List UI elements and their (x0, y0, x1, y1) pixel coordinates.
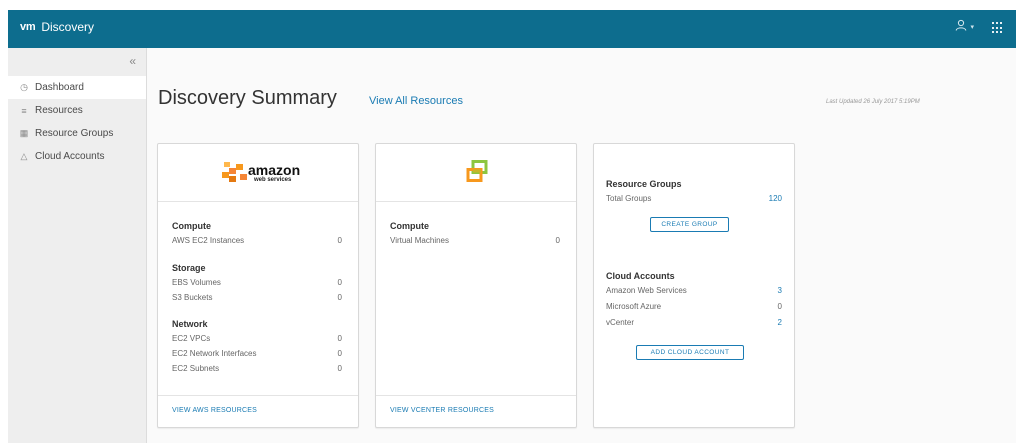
list-item: Total Groups 120 (606, 194, 782, 207)
aws-card-footer: VIEW AWS RESOURCES (158, 395, 358, 427)
row-label: Amazon Web Services (606, 286, 687, 295)
vcenter-card: Compute Virtual Machines 0 VIEW VCENTER … (375, 143, 577, 428)
collapse-sidebar-icon[interactable]: « (129, 54, 136, 68)
section-title: Resource Groups (606, 179, 682, 189)
list-item: Microsoft Azure 0 (606, 302, 782, 315)
row-label: AWS EC2 Instances (172, 236, 245, 245)
section-title: Network (172, 319, 208, 329)
sidebar-item-label: Dashboard (35, 82, 84, 93)
vcenter-logo-icon (466, 160, 488, 182)
main-content: Discovery Summary View All Resources Las… (147, 48, 1016, 443)
grid-icon: ▦ (19, 128, 29, 138)
row-label: Virtual Machines (390, 236, 449, 245)
list-icon: ≡ (21, 105, 27, 116)
row-value: 0 (777, 302, 782, 311)
app-title: Discovery (41, 20, 94, 34)
list-item: S3 Buckets 0 (172, 293, 342, 306)
row-value: 0 (337, 334, 342, 343)
row-label: vCenter (606, 318, 635, 327)
sidebar: « ◷ Dashboard ≡ Resources ▦ Resource Gro… (8, 48, 147, 443)
row-value: 0 (555, 236, 560, 245)
aws-logo-text: amazon (248, 162, 301, 178)
section-title: Storage (172, 263, 206, 273)
list-item: EBS Volumes 0 (172, 278, 342, 291)
row-value: 0 (337, 278, 342, 287)
vcenter-accounts-link[interactable]: 2 (778, 318, 782, 327)
row-label: Total Groups (606, 194, 652, 203)
user-icon (955, 19, 967, 34)
vmware-logo: vm (20, 21, 36, 33)
row-value: 0 (337, 236, 342, 245)
view-vcenter-resources-link[interactable]: VIEW VCENTER RESOURCES (390, 407, 494, 414)
aws-card-header: amazon web services (158, 144, 358, 202)
top-header: vm Discovery ▾ (8, 10, 1016, 48)
row-value: 0 (337, 293, 342, 302)
sidebar-nav: ◷ Dashboard ≡ Resources ▦ Resource Group… (8, 76, 146, 168)
section-title: Compute (172, 221, 211, 231)
sidebar-item-cloud-accounts[interactable]: △ Cloud Accounts (8, 145, 146, 168)
sidebar-item-label: Cloud Accounts (35, 151, 105, 162)
summary-card: Resource Groups Total Groups 120 CREATE … (593, 143, 795, 428)
sidebar-item-resources[interactable]: ≡ Resources (8, 99, 146, 122)
row-label: S3 Buckets (172, 293, 213, 302)
row-label: EC2 Network Interfaces (172, 349, 257, 358)
row-label: EC2 VPCs (172, 334, 211, 343)
page-title: Discovery Summary (158, 87, 337, 109)
aws-logo: amazon web services (220, 157, 310, 187)
app-window: vm Discovery ▾ « ◷ Dashboard ≡ Resources… (8, 10, 1016, 443)
list-item: Virtual Machines 0 (390, 236, 560, 249)
create-group-button[interactable]: CREATE GROUP (650, 217, 729, 232)
aws-card: amazon web services Compute AWS EC2 Inst… (157, 143, 359, 428)
aws-accounts-link[interactable]: 3 (778, 286, 782, 295)
list-item: EC2 Network Interfaces 0 (172, 349, 342, 362)
vcenter-card-footer: VIEW VCENTER RESOURCES (376, 395, 576, 427)
cloud-icon: △ (20, 151, 28, 161)
row-label: Microsoft Azure (606, 302, 662, 311)
sidebar-item-label: Resource Groups (35, 128, 114, 139)
section-title: Cloud Accounts (606, 271, 675, 281)
list-item: EC2 Subnets 0 (172, 364, 342, 377)
apps-grid-icon[interactable] (992, 22, 1004, 34)
list-item: Amazon Web Services 3 (606, 286, 782, 299)
view-all-resources-link[interactable]: View All Resources (369, 95, 463, 107)
list-item: AWS EC2 Instances 0 (172, 236, 342, 249)
brand[interactable]: vm Discovery (20, 20, 94, 34)
row-label: EBS Volumes (172, 278, 221, 287)
aws-logo-subtext: web services (254, 177, 292, 183)
view-aws-resources-link[interactable]: VIEW AWS RESOURCES (172, 407, 257, 414)
sidebar-item-dashboard[interactable]: ◷ Dashboard (8, 76, 146, 99)
list-item: EC2 VPCs 0 (172, 334, 342, 347)
dashboard-icon: ◷ (20, 82, 28, 92)
row-label: EC2 Subnets (172, 364, 220, 373)
section-title: Compute (390, 221, 429, 231)
user-menu[interactable]: ▾ (955, 19, 974, 34)
row-value: 0 (337, 349, 342, 358)
vcenter-card-header (376, 144, 576, 202)
row-value: 0 (337, 364, 342, 373)
add-cloud-account-button[interactable]: ADD CLOUD ACCOUNT (636, 345, 744, 360)
sidebar-item-label: Resources (35, 105, 83, 116)
chevron-down-icon: ▾ (970, 23, 974, 31)
sidebar-item-resource-groups[interactable]: ▦ Resource Groups (8, 122, 146, 145)
total-groups-link[interactable]: 120 (769, 194, 782, 203)
last-updated-text: Last Updated 26 July 2017 5:19PM (826, 99, 920, 105)
list-item: vCenter 2 (606, 318, 782, 331)
